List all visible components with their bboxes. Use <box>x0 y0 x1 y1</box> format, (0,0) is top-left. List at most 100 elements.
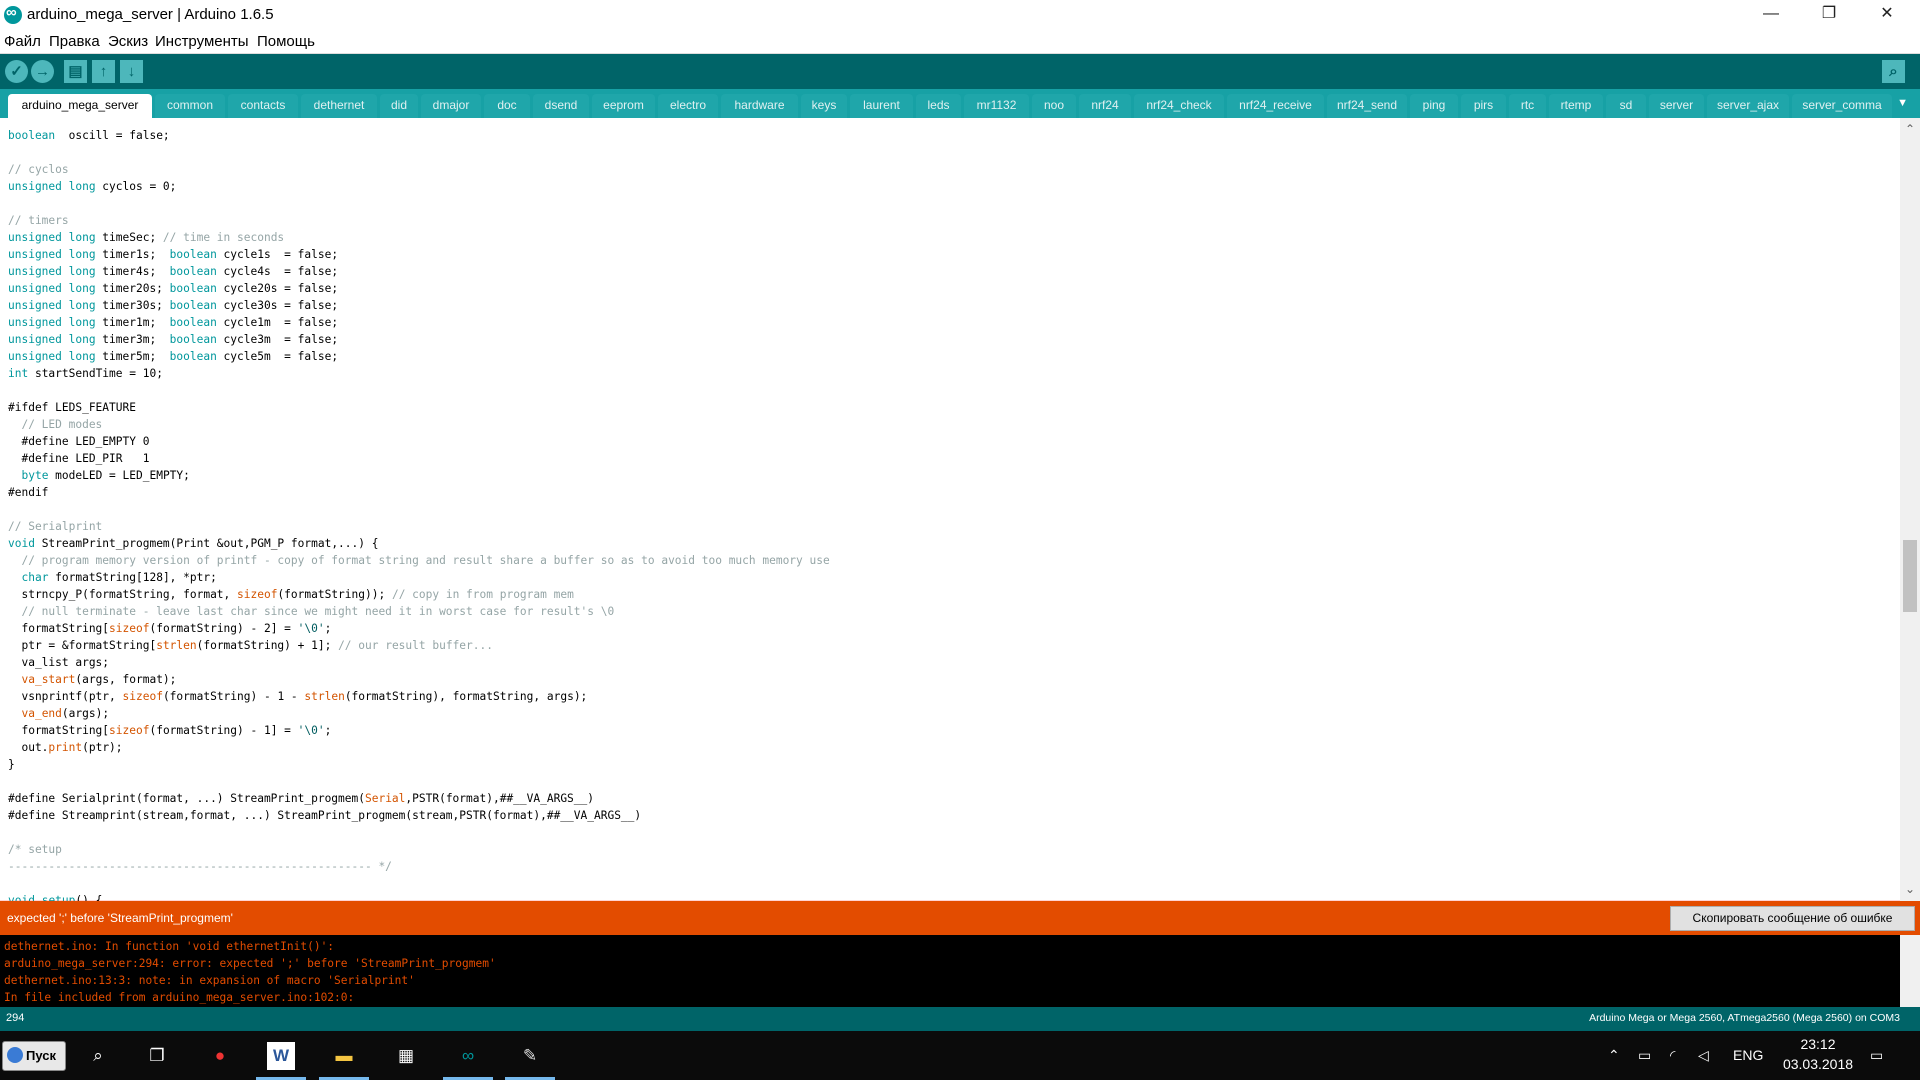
file-explorer-icon[interactable]: ▬ <box>330 1042 358 1070</box>
tab-server[interactable]: server <box>1649 94 1704 118</box>
clock-time[interactable]: 23:12 <box>1790 1036 1846 1052</box>
code-line: strncpy_P(formatString, format, sizeof(f… <box>8 586 573 603</box>
wifi-icon[interactable]: ◜ <box>1670 1047 1675 1064</box>
tab-laurent[interactable]: laurent <box>850 94 913 118</box>
tab-nrf24[interactable]: nrf24 <box>1079 94 1131 118</box>
code-line: ----------------------------------------… <box>8 858 392 875</box>
editor-scroll-thumb[interactable] <box>1903 540 1917 612</box>
new-sketch-button[interactable]: ▤ <box>64 60 87 83</box>
volume-icon[interactable]: ◁ <box>1698 1047 1709 1064</box>
code-token: #define Streamprint(stream,format, ...) … <box>8 809 642 822</box>
tab-hardware[interactable]: hardware <box>721 94 798 118</box>
close-button[interactable]: ✕ <box>1858 0 1916 30</box>
scroll-down-arrow-icon[interactable]: ⌄ <box>1903 882 1917 896</box>
code-editor[interactable]: boolean oscill = false; // cyclos unsigned… <box>0 118 1900 901</box>
upload-button[interactable]: → <box>31 60 54 83</box>
paint-icon[interactable]: ✎ <box>516 1042 544 1070</box>
tab-nrf24-receive[interactable]: nrf24_receive <box>1227 94 1324 118</box>
code-token: ,PSTR(format),##__VA_ARGS__) <box>405 792 594 805</box>
chrome-icon[interactable]: ● <box>206 1042 234 1070</box>
serial-monitor-button[interactable]: ⌕ <box>1882 60 1905 83</box>
code-token: } <box>8 758 15 771</box>
tab-common[interactable]: common <box>155 94 225 118</box>
battery-icon[interactable]: ▭ <box>1638 1047 1651 1064</box>
code-token: strncpy_P(formatString, format, <box>8 588 238 601</box>
console-scrollbar[interactable] <box>1900 935 1920 1007</box>
code-token: #endif <box>8 486 49 499</box>
tab-eeprom[interactable]: eeprom <box>592 94 655 118</box>
window-title: arduino_mega_server | Arduino 1.6.5 <box>27 6 274 23</box>
code-line: ptr = &formatString[strlen(formatString)… <box>8 637 493 654</box>
tab-nrf24-check[interactable]: nrf24_check <box>1134 94 1224 118</box>
code-token: // Serialprint <box>8 520 103 533</box>
code-token: char <box>21 571 49 584</box>
menu-tools[interactable]: Инструменты <box>155 33 249 50</box>
maximize-button[interactable]: ❐ <box>1800 0 1858 30</box>
tab-nrf24-send[interactable]: nrf24_send <box>1327 94 1407 118</box>
task-view-icon[interactable]: ❐ <box>143 1042 171 1070</box>
editor-scrollbar[interactable] <box>1900 118 1920 901</box>
tab-dsend[interactable]: dsend <box>533 94 589 118</box>
code-token: boolean <box>169 316 217 329</box>
code-line: byte modeLED = LED_EMPTY; <box>8 467 189 484</box>
scroll-up-arrow-icon[interactable]: ⌃ <box>1903 122 1917 136</box>
arduino-taskbar-icon[interactable]: ∞ <box>454 1042 482 1070</box>
clock-date[interactable]: 03.03.2018 <box>1773 1056 1863 1072</box>
code-token: timer1m; <box>95 316 170 329</box>
calculator-icon[interactable]: ▦ <box>392 1042 420 1070</box>
windows-taskbar: Пуск ⌕ ❐ ● W ▬ ▦ ∞ ✎ ⌃ ▭ ◜ ◁ ENG 23:12 0… <box>0 1031 1920 1080</box>
search-icon[interactable]: ⌕ <box>84 1042 112 1070</box>
action-center-icon[interactable]: ▭ <box>1870 1047 1883 1064</box>
code-token: '\0' <box>297 622 325 635</box>
tab-server-ajax[interactable]: server_ajax <box>1707 94 1789 118</box>
tab-rtemp[interactable]: rtemp <box>1549 94 1603 118</box>
tab-did[interactable]: did <box>380 94 418 118</box>
code-token: formatString[ <box>8 622 110 635</box>
tab-doc[interactable]: doc <box>484 94 530 118</box>
tray-chevron-icon[interactable]: ⌃ <box>1608 1047 1620 1064</box>
tab-keys[interactable]: keys <box>801 94 847 118</box>
menu-sketch[interactable]: Эскиз <box>108 33 148 50</box>
code-line: unsigned long timer30s; boolean cycle30s… <box>8 297 338 314</box>
verify-button[interactable]: ✓ <box>5 60 28 83</box>
code-token: boolean <box>169 350 217 363</box>
code-token: // cyclos <box>8 163 69 176</box>
tab-ping[interactable]: ping <box>1410 94 1458 118</box>
tab-leds[interactable]: leds <box>916 94 961 118</box>
tab-rtc[interactable]: rtc <box>1509 94 1546 118</box>
code-token: sizeof <box>122 690 163 703</box>
tab-pirs[interactable]: pirs <box>1461 94 1506 118</box>
tab-dethernet[interactable]: dethernet <box>301 94 377 118</box>
tab-menu-dropdown-icon[interactable]: ▼ <box>1897 97 1908 109</box>
menu-help[interactable]: Помощь <box>257 33 315 50</box>
tab-sd[interactable]: sd <box>1606 94 1646 118</box>
menu-edit[interactable]: Правка <box>49 33 100 50</box>
code-token: (args, format); <box>75 673 177 686</box>
copy-error-button[interactable]: Скопировать сообщение об ошибке <box>1670 906 1915 931</box>
code-token: cycle5m = false; <box>216 350 339 363</box>
code-token: unsigned long <box>8 231 96 244</box>
tab-noo[interactable]: noo <box>1032 94 1076 118</box>
start-button[interactable]: Пуск <box>2 1041 66 1071</box>
minimize-button[interactable]: — <box>1742 0 1800 30</box>
menu-file[interactable]: Файл <box>4 33 41 50</box>
code-token: timer30s; <box>95 299 170 312</box>
tab-contacts[interactable]: contacts <box>228 94 298 118</box>
code-token: // our result buffer... <box>338 639 493 652</box>
word-icon[interactable]: W <box>267 1042 295 1070</box>
code-token: unsigned long <box>8 350 96 363</box>
code-token: timer5m; <box>95 350 170 363</box>
tab-arduino-mega-server[interactable]: arduino_mega_server <box>8 94 152 118</box>
code-token: out. <box>8 741 49 754</box>
save-sketch-button[interactable]: ↓ <box>120 60 143 83</box>
tab-dmajor[interactable]: dmajor <box>421 94 481 118</box>
open-sketch-button[interactable]: ↑ <box>92 60 115 83</box>
tab-server-commands[interactable]: server_comma <box>1792 94 1892 118</box>
language-indicator[interactable]: ENG <box>1733 1047 1763 1063</box>
tab-electro[interactable]: electro <box>658 94 718 118</box>
tab-mr1132[interactable]: mr1132 <box>964 94 1029 118</box>
console-output[interactable]: dethernet.ino: In function 'void etherne… <box>0 935 1900 1007</box>
toolbar: ✓ → ▤ ↑ ↓ ⌕ <box>0 54 1920 89</box>
start-label: Пуск <box>26 1048 56 1063</box>
